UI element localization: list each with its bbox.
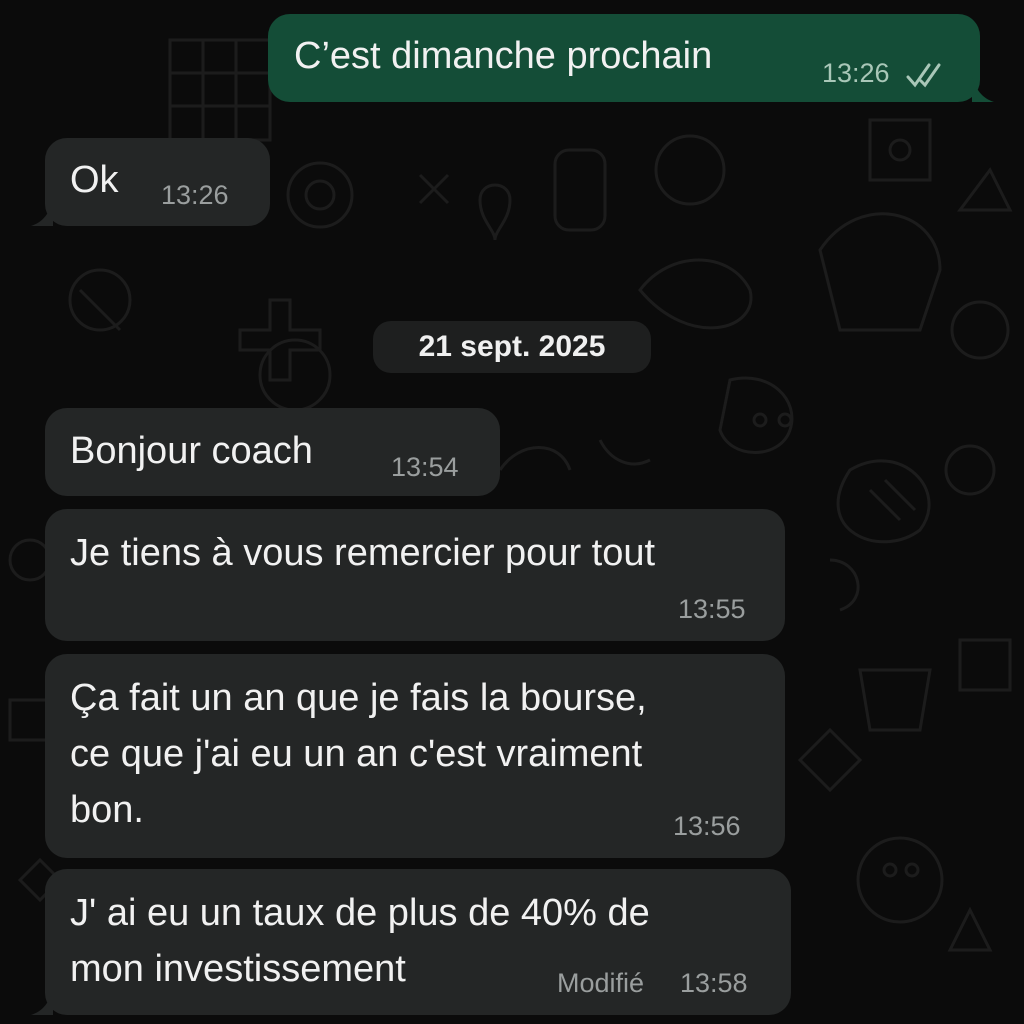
- message-bubble-incoming[interactable]: Je tiens à vous remercier pour tout 13:5…: [45, 509, 785, 641]
- message-text-line: ce que j'ai eu un an c'est vraiment: [70, 733, 643, 775]
- message-text-line: mon investissement: [70, 948, 406, 990]
- message-text-line: Ça fait un an que je fais la bourse,: [70, 677, 647, 719]
- message-bubble-incoming[interactable]: Bonjour coach 13:54: [45, 408, 500, 496]
- message-bubble-outgoing[interactable]: C’est dimanche prochain 13:26: [268, 14, 994, 102]
- message-text: Je tiens à vous remercier pour tout: [70, 532, 656, 574]
- message-bubble-incoming[interactable]: J' ai eu un taux de plus de 40% de mon i…: [31, 869, 791, 1015]
- double-check-icon: [906, 63, 941, 88]
- message-text-line: bon.: [70, 789, 144, 831]
- bubble-tail: [972, 76, 994, 102]
- bubble-tail: [31, 989, 53, 1015]
- message-time: 13:55: [678, 594, 746, 624]
- message-time: 13:54: [391, 452, 459, 482]
- message-time: 13:26: [822, 58, 945, 89]
- message-text-line: J' ai eu un taux de plus de 40% de: [70, 892, 650, 934]
- message-text: Bonjour coach: [70, 430, 313, 472]
- message-text: C’est dimanche prochain: [294, 35, 713, 77]
- message-time: 13:26: [161, 180, 229, 210]
- message-time: 13:56: [673, 811, 741, 841]
- message-bubble-incoming[interactable]: Ça fait un an que je fais la bourse, ce …: [45, 654, 785, 858]
- bubble-tail: [31, 200, 53, 226]
- message-bubble-incoming[interactable]: Ok 13:26: [31, 138, 270, 226]
- message-time: 13:58: [680, 968, 748, 998]
- message-text: Ok: [70, 159, 119, 201]
- edited-label: Modifié: [557, 968, 645, 998]
- date-separator: 21 sept. 2025: [373, 321, 651, 373]
